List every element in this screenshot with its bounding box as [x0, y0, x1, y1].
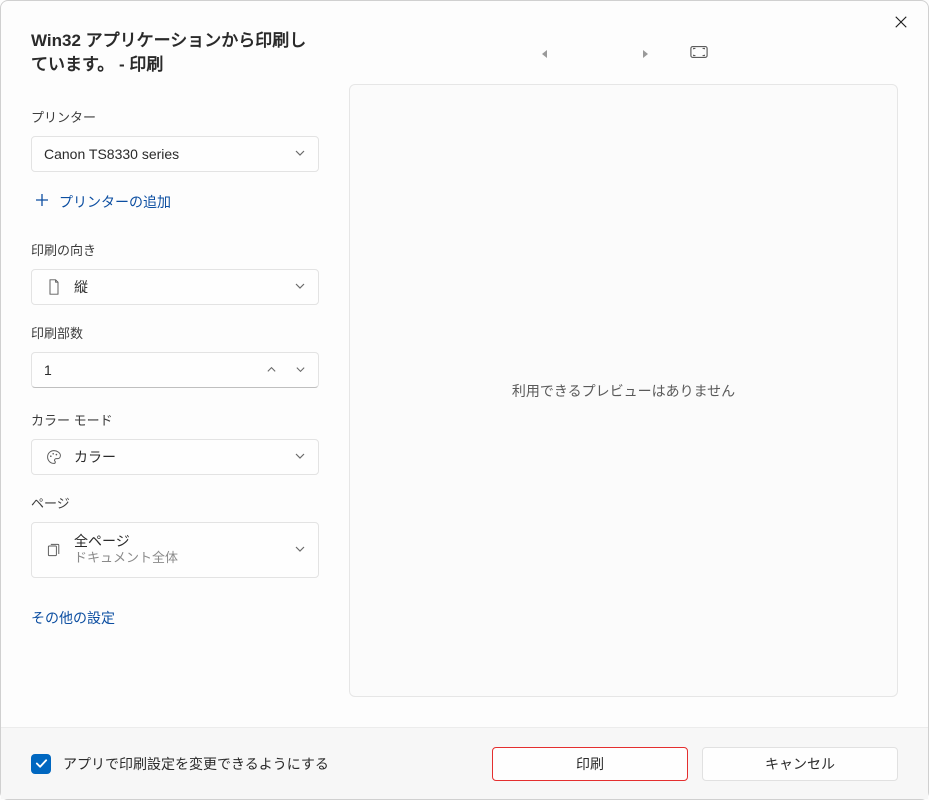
cancel-button[interactable]: キャンセル [702, 747, 898, 781]
check-icon [35, 757, 48, 770]
printer-selected-value: Canon TS8330 series [44, 146, 179, 162]
preview-nav [349, 45, 898, 64]
chevron-down-icon [294, 542, 306, 558]
close-icon [894, 15, 908, 29]
chevron-down-icon [294, 449, 306, 465]
orientation-label: 印刷の向き [31, 240, 319, 259]
triangle-right-icon [640, 49, 650, 59]
color-mode-select[interactable]: カラー [31, 439, 319, 475]
color-mode-label: カラー モード [31, 410, 319, 429]
color-mode-selected-value: カラー [74, 447, 116, 467]
orientation-selected-value: 縦 [74, 277, 88, 297]
printer-label: プリンター [31, 107, 319, 126]
print-button[interactable]: 印刷 [492, 747, 688, 781]
palette-icon [44, 449, 64, 465]
allow-app-settings-label: アプリで印刷設定を変更できるようにする [63, 754, 329, 774]
preview-next-button[interactable] [640, 46, 650, 64]
pages-select[interactable]: 全ページ ドキュメント全体 [31, 522, 319, 578]
fullscreen-icon [690, 45, 708, 59]
add-printer-label: プリンターの追加 [59, 192, 171, 212]
copies-input[interactable]: 1 [31, 352, 319, 388]
printer-select[interactable]: Canon TS8330 series [31, 136, 319, 172]
print-dialog: Win32 アプリケーションから印刷しています。 - 印刷 プリンター Cano… [0, 0, 929, 800]
page-portrait-icon [44, 279, 64, 295]
preview-area: 利用できるプレビューはありません [349, 84, 898, 697]
pages-icon [44, 542, 64, 558]
allow-app-settings-checkbox[interactable] [31, 754, 51, 774]
dialog-title: Win32 アプリケーションから印刷しています。 - 印刷 [31, 29, 319, 77]
more-settings-link[interactable]: その他の設定 [31, 608, 115, 628]
copies-decrement[interactable] [295, 362, 306, 378]
allow-app-settings-option: アプリで印刷設定を変更できるようにする [31, 754, 329, 774]
chevron-down-icon [294, 146, 306, 162]
close-button[interactable] [892, 13, 910, 31]
pages-label: ページ [31, 493, 319, 512]
plus-icon [35, 193, 49, 210]
pages-sub-label: ドキュメント全体 [74, 550, 178, 567]
preview-panel: 利用できるプレビューはありません [349, 1, 928, 727]
preview-prev-button[interactable] [540, 46, 550, 64]
triangle-left-icon [540, 49, 550, 59]
chevron-up-icon [266, 364, 277, 375]
copies-label: 印刷部数 [31, 323, 319, 342]
no-preview-text: 利用できるプレビューはありません [512, 381, 735, 401]
settings-panel: Win32 アプリケーションから印刷しています。 - 印刷 プリンター Cano… [1, 1, 349, 727]
orientation-select[interactable]: 縦 [31, 269, 319, 305]
chevron-down-icon [294, 279, 306, 295]
dialog-content: Win32 アプリケーションから印刷しています。 - 印刷 プリンター Cano… [1, 1, 928, 727]
chevron-down-icon [295, 364, 306, 375]
footer-buttons: 印刷 キャンセル [492, 747, 898, 781]
add-printer-link[interactable]: プリンターの追加 [31, 190, 319, 214]
copies-increment[interactable] [266, 362, 277, 378]
fullscreen-button[interactable] [690, 45, 708, 64]
pages-selected-value: 全ページ [74, 532, 178, 550]
copies-value: 1 [44, 362, 52, 378]
dialog-footer: アプリで印刷設定を変更できるようにする 印刷 キャンセル [1, 727, 928, 799]
